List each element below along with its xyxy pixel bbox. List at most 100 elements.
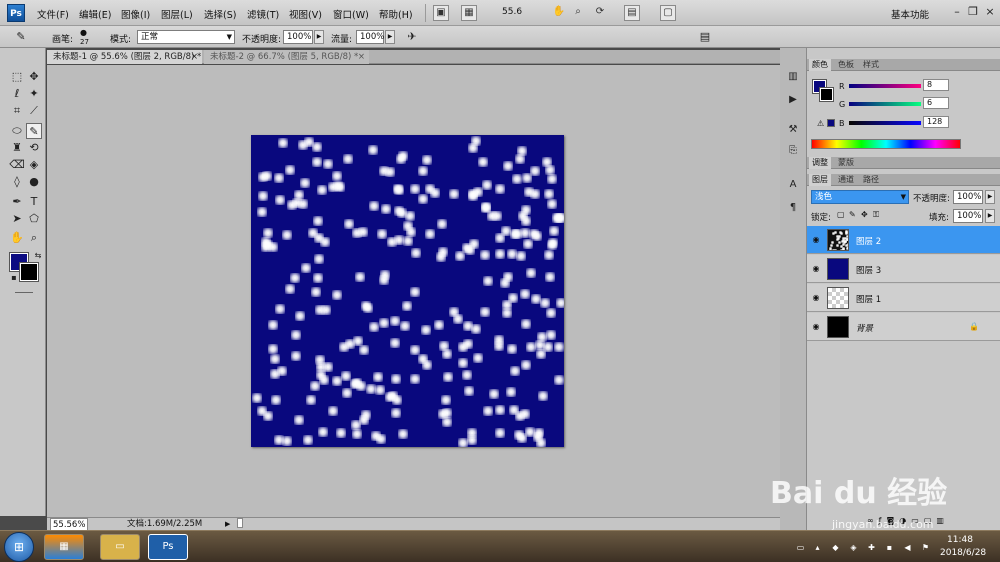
doc-info[interactable]: 文档:1.69M/2.25M [127,518,202,530]
default-colors-icon[interactable]: ▪ [6,270,22,286]
character-panel-icon[interactable]: A [786,178,800,192]
menu-edit[interactable]: 编辑(E) [79,7,111,21]
eraser-tool-icon[interactable]: ⌫ [9,157,25,173]
lasso-tool-icon[interactable]: ℓ [9,86,25,102]
restore-icon[interactable]: ❐ [966,5,980,19]
brush-panel-icon[interactable]: ▤ [697,29,713,45]
status-menu-arrow-icon[interactable]: ▶ [225,518,230,530]
lock-position-icon[interactable]: ✥ [861,210,868,219]
volume-icon[interactable]: ◀ [902,542,913,553]
delete-layer-icon[interactable]: ▥ [936,516,949,525]
rotate-view-icon[interactable]: ⟳ [592,5,608,21]
blur-tool-icon[interactable]: ◊ [9,174,25,190]
paragraph-panel-icon[interactable]: ¶ [786,201,800,215]
menu-help[interactable]: 帮助(H) [379,7,413,21]
zoom-icon[interactable]: ⌕ [570,5,586,21]
color-bg-swatch[interactable] [819,87,834,102]
photoshop-task-icon[interactable]: Ps [148,534,188,560]
clone-stamp-tool-icon[interactable]: ♜ [9,140,25,156]
menu-layer[interactable]: 图层(L) [161,7,193,21]
hand-tool-icon[interactable]: ✋ [9,230,25,246]
tray-flag-icon[interactable]: ⚑ [920,542,931,553]
dodge-tool-icon[interactable]: ● [26,174,42,190]
arrange-documents-icon[interactable]: ▤ [624,5,640,21]
brush-tool-icon[interactable]: ✎ [26,123,42,139]
color-spectrum-bar[interactable] [811,139,961,149]
layer-opacity-input[interactable]: 100% [953,190,983,204]
channel-b-input[interactable]: 128 [923,116,949,128]
tray-security-icon[interactable]: ◈ [848,542,859,553]
layer-opacity-slider-button[interactable]: ▶ [985,190,995,204]
clock-date[interactable]: 2018/6/28 [940,548,986,558]
menu-filter[interactable]: 滤镜(T) [247,7,279,21]
mode-select[interactable]: 正常 ▼ [137,30,235,44]
fill-input[interactable]: 100% [953,209,983,223]
opacity-slider-button[interactable]: ▶ [314,30,324,44]
close-icon[interactable]: × [191,50,198,64]
swap-colors-icon[interactable]: ⇆ [30,248,46,264]
tray-arrow-icon[interactable]: ▴ [812,542,823,553]
path-selection-tool-icon[interactable]: ➤ [9,211,25,227]
actions-panel-icon[interactable]: ▶ [786,93,800,107]
healing-brush-tool-icon[interactable]: ⬭ [9,123,25,139]
eye-icon[interactable]: ◉ [811,264,821,274]
close-icon[interactable]: × [358,50,365,64]
paint-bucket-tool-icon[interactable]: ◈ [26,157,42,173]
tab-layers[interactable]: 图层 [809,174,831,186]
media-app-icon[interactable]: ▦ [44,534,84,560]
type-tool-icon[interactable]: T [26,194,42,210]
marquee-tool-icon[interactable]: ⬚ [9,69,25,85]
crop-tool-icon[interactable]: ⌗ [9,103,25,119]
lock-all-icon[interactable]: ⚿ [873,210,879,220]
brush-preset-icon[interactable]: ✎ [13,29,29,45]
flow-input[interactable]: 100% [356,30,384,44]
flow-slider-button[interactable]: ▶ [385,30,395,44]
tab-channels[interactable]: 通道 [835,174,857,186]
web-color-swatch[interactable] [827,119,835,127]
tab-styles[interactable]: 样式 [860,59,882,71]
blend-mode-select[interactable]: 浅色 ▼ [811,190,909,204]
menu-view[interactable]: 视图(V) [289,7,322,21]
menu-window[interactable]: 窗口(W) [333,7,369,21]
layer-row[interactable]: ◉ 背景 🔒 [807,313,1000,341]
eye-icon[interactable]: ◉ [811,293,821,303]
tab-swatches[interactable]: 色板 [835,59,857,71]
channel-g-input[interactable]: 6 [923,97,949,109]
hand-icon[interactable]: ✋ [551,5,567,21]
menu-select[interactable]: 选择(S) [204,7,236,21]
channel-b-slider[interactable] [849,121,921,125]
zoom-tool-icon[interactable]: ⌕ [26,230,42,246]
extras-icon[interactable]: ▦ [461,5,477,21]
tray-app-icon[interactable]: ✚ [866,542,877,553]
move-tool-icon[interactable]: ✥ [26,69,42,85]
lock-image-icon[interactable]: ✎ [849,210,856,219]
zoom-select[interactable]: 55.6 [502,7,522,17]
background-color-swatch[interactable] [19,262,39,282]
start-button[interactable]: ⊞ [4,532,34,562]
history-brush-tool-icon[interactable]: ⟲ [26,140,42,156]
tab-paths[interactable]: 路径 [860,174,882,186]
tab-document-1[interactable]: 未标题-1 @ 55.6% (图层 2, RGB/8) * × [47,50,202,64]
tool-presets-icon[interactable]: ⚒ [786,123,800,137]
canvas-area[interactable] [47,65,780,517]
tab-adjustments[interactable]: 调整 [809,157,831,169]
clone-source-icon[interactable]: ⎘ [786,144,800,158]
pen-tool-icon[interactable]: ✒ [9,194,25,210]
layer-row[interactable]: ◉ 图层 2 [807,226,1000,254]
channel-g-slider[interactable] [849,102,921,106]
menu-file[interactable]: 文件(F) [37,7,69,21]
eyedropper-tool-icon[interactable]: ⟋ [26,103,42,119]
bridge-icon[interactable]: ▣ [433,5,449,21]
channel-r-slider[interactable] [849,84,921,88]
close-icon[interactable]: × [983,5,997,19]
eye-icon[interactable]: ◉ [811,235,821,245]
horizontal-scrollbar[interactable] [237,518,243,528]
tray-shield-icon[interactable]: ◆ [830,542,841,553]
clock-time[interactable]: 11:48 [947,535,973,545]
tray-keyboard-icon[interactable]: ▭ [795,542,806,553]
airbrush-icon[interactable]: ✈ [404,29,420,45]
menu-image[interactable]: 图像(I) [121,7,150,21]
shape-tool-icon[interactable]: ⬠ [26,211,42,227]
document-canvas[interactable] [251,135,564,447]
tray-network-icon[interactable]: ▪ [884,542,895,553]
